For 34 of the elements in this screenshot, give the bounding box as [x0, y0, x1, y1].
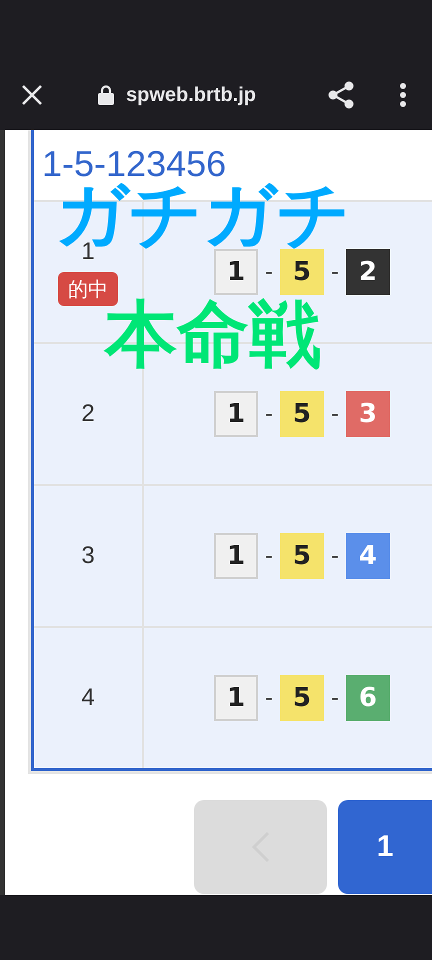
more-icon: [400, 83, 406, 107]
lock-icon: [98, 85, 114, 105]
rank-number: 4: [81, 684, 95, 712]
share-button[interactable]: [328, 81, 354, 109]
number-box: 4: [346, 533, 390, 579]
dash-separator: -: [265, 260, 273, 284]
url-text[interactable]: spweb.brtb.jp: [126, 84, 256, 106]
rank-number: 3: [81, 542, 95, 570]
share-icon: [328, 81, 354, 109]
close-icon: [20, 83, 44, 107]
panel-title: 1-5-123456: [42, 142, 226, 184]
number-box: 1: [214, 391, 258, 437]
dash-separator: -: [265, 686, 273, 710]
number-box: 1: [214, 533, 258, 579]
close-button[interactable]: [20, 83, 44, 107]
number-box: 5: [280, 533, 324, 579]
number-box: 5: [280, 675, 324, 721]
more-button[interactable]: [400, 83, 406, 107]
dash-separator: -: [330, 260, 339, 284]
dash-separator: -: [265, 402, 273, 426]
number-box: 5: [280, 249, 324, 295]
number-box: 6: [346, 675, 390, 721]
dash-separator: -: [330, 544, 339, 568]
page-button[interactable]: 1: [338, 800, 432, 894]
rank-number: 2: [81, 400, 95, 428]
hit-badge: 的中: [58, 272, 118, 306]
number-box: 1: [214, 675, 258, 721]
number-box: 2: [346, 249, 390, 295]
number-box: 5: [280, 391, 324, 437]
number-box: 1: [214, 249, 258, 295]
dash-separator: -: [330, 402, 339, 426]
number-box: 3: [346, 391, 390, 437]
dash-separator: -: [330, 686, 339, 710]
dash-separator: -: [265, 544, 273, 568]
